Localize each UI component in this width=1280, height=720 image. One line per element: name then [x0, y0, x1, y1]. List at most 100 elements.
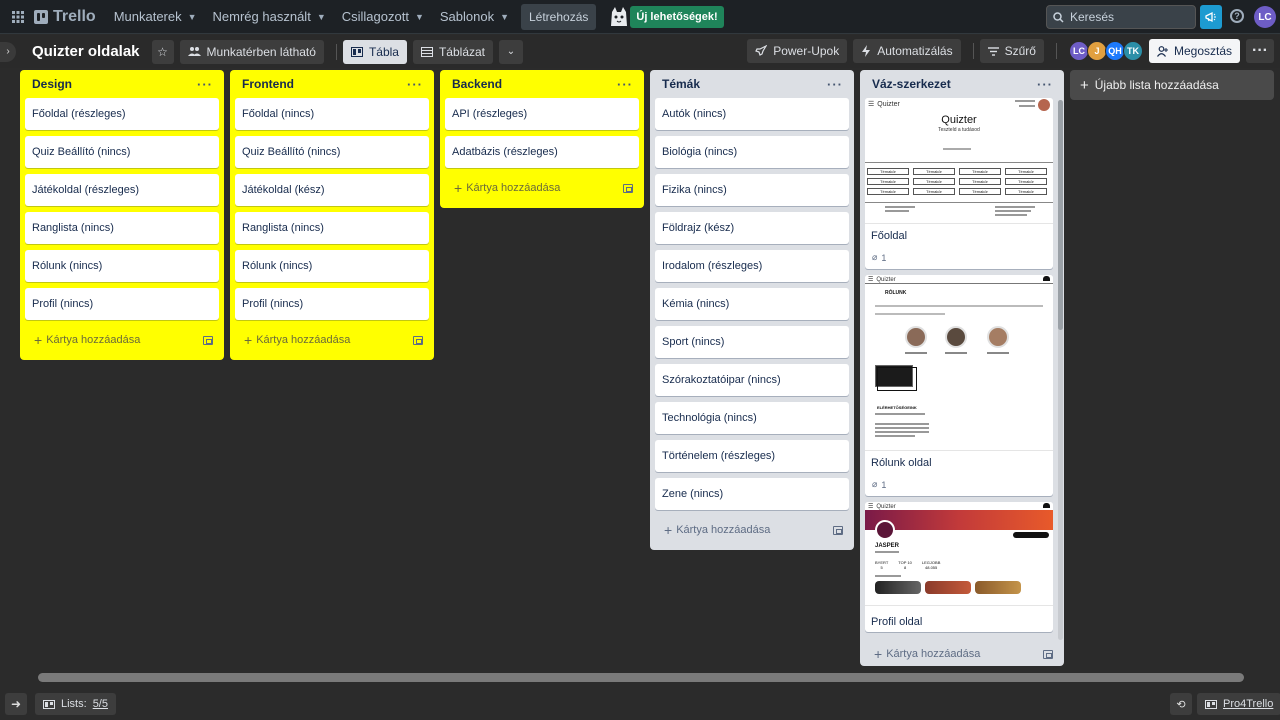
powerups-button[interactable]: Power-Upok: [747, 39, 848, 63]
template-icon[interactable]: [623, 183, 633, 193]
card[interactable]: Biológia (nincs): [655, 136, 849, 168]
list-header[interactable]: Frontend ···: [235, 70, 429, 98]
card-with-image[interactable]: ☰ Quizter RÓLUNK ELÉRHETŐSÉGEINK Rólunk …: [865, 275, 1053, 496]
card[interactable]: Irodalom (részleges): [655, 250, 849, 282]
list-topics: Témák ··· Autók (nincs) Biológia (nincs)…: [650, 70, 854, 550]
member-avatar[interactable]: LC: [1068, 41, 1089, 61]
list-cards-scroll[interactable]: ☰ Quizter Quizter Teszteld a tudásod Téma…: [865, 98, 1053, 638]
card-with-image[interactable]: ☰ Quizter JASPER BYERT 5 TOP 10 8 LEGJOBB 48…: [865, 502, 1053, 632]
template-icon[interactable]: [833, 525, 843, 535]
add-card-button[interactable]: + Kártya hozzáadása: [454, 180, 560, 196]
board-horizontal-scrollbar[interactable]: [38, 673, 1244, 682]
card[interactable]: Autók (nincs): [655, 98, 849, 130]
card[interactable]: Főoldal (nincs): [235, 98, 429, 130]
create-button[interactable]: Létrehozás: [521, 3, 597, 30]
template-icon[interactable]: [1043, 649, 1053, 659]
card[interactable]: Ranglista (nincs): [235, 212, 429, 244]
sidebar-expand-button[interactable]: ›: [0, 41, 16, 62]
menu-templates[interactable]: Sablonok ▼: [432, 2, 517, 32]
trello-logo[interactable]: Trello: [34, 8, 96, 26]
refresh-icon[interactable]: ⟲: [1170, 693, 1192, 715]
list-header[interactable]: Témák ···: [655, 70, 849, 98]
star-button[interactable]: ☆: [151, 39, 174, 64]
menu-starred[interactable]: Csillagozott ▼: [334, 2, 432, 32]
filter-button[interactable]: Szűrő: [979, 39, 1044, 63]
add-card-button[interactable]: + Kártya hozzáadása: [34, 332, 140, 348]
card[interactable]: Kémia (nincs): [655, 288, 849, 320]
board-title[interactable]: Quizter oldalak: [32, 43, 140, 60]
wireframe-main-thumbnail: ☰ Quizter Quizter Teszteld a tudásod Téma…: [865, 98, 1053, 224]
search-input[interactable]: Keresés: [1046, 5, 1196, 29]
member-avatar[interactable]: TK: [1122, 41, 1143, 61]
card-with-image[interactable]: ☰ Quizter Quizter Teszteld a tudásod Téma…: [865, 98, 1053, 269]
list-title[interactable]: Témák: [662, 77, 700, 91]
card[interactable]: Fizika (nincs): [655, 174, 849, 206]
add-list-button[interactable]: + Újabb lista hozzáadása: [1070, 70, 1274, 100]
share-button[interactable]: Megosztás: [1148, 39, 1240, 63]
list-title[interactable]: Váz-szerkezet: [872, 77, 951, 91]
user-avatar[interactable]: LC: [1254, 6, 1276, 28]
card[interactable]: Sport (nincs): [655, 326, 849, 358]
card[interactable]: Zene (nincs): [655, 478, 849, 510]
list-scrollbar-thumb[interactable]: [1058, 100, 1063, 330]
list-header[interactable]: Backend ···: [445, 70, 639, 98]
more-icon[interactable]: ···: [197, 77, 213, 92]
view-board-tab[interactable]: Tábla: [342, 39, 407, 64]
more-icon[interactable]: ···: [407, 77, 423, 92]
card[interactable]: Profil (nincs): [25, 288, 219, 320]
stat-value: 5: [880, 565, 883, 570]
lists-counter-button[interactable]: Lists: 5/5: [35, 693, 116, 715]
list-title[interactable]: Backend: [452, 77, 502, 91]
pro4trello-button[interactable]: Pro4Trello: [1197, 693, 1280, 715]
template-icon[interactable]: [203, 335, 213, 345]
automation-button[interactable]: Automatizálás: [853, 39, 961, 63]
member-avatar[interactable]: J: [1086, 41, 1107, 61]
card[interactable]: Quiz Beállító (nincs): [25, 136, 219, 168]
card[interactable]: API (részleges): [445, 98, 639, 130]
menu-workspaces[interactable]: Munkaterek ▼: [106, 2, 205, 32]
taco-mascot-icon[interactable]: [606, 4, 632, 30]
list-header[interactable]: Design ···: [25, 70, 219, 98]
visibility-button[interactable]: Munkatérben látható: [179, 39, 324, 64]
more-icon[interactable]: ···: [1037, 77, 1053, 92]
add-card-button[interactable]: + Kártya hozzáadása: [244, 332, 350, 348]
more-icon[interactable]: ···: [617, 77, 633, 92]
card[interactable]: Főoldal (részleges): [25, 98, 219, 130]
arrow-right-icon[interactable]: ➜: [5, 693, 27, 715]
more-icon[interactable]: ···: [827, 77, 843, 92]
board-menu-button[interactable]: ···: [1246, 39, 1274, 63]
card[interactable]: Adatbázis (részleges): [445, 136, 639, 168]
list-title[interactable]: Design: [32, 77, 72, 91]
wireframe-topic-box: Témakör: [959, 178, 1001, 185]
view-table-label: Táblázat: [438, 44, 485, 59]
view-table-tab[interactable]: Táblázat: [412, 39, 493, 64]
member-avatar[interactable]: QH: [1104, 41, 1125, 61]
notifications-button[interactable]: [1200, 5, 1222, 29]
card[interactable]: Játékoldal (részleges): [25, 174, 219, 206]
card[interactable]: Történelem (részleges): [655, 440, 849, 472]
list-header[interactable]: Váz-szerkezet ···: [865, 70, 1059, 98]
card[interactable]: Rólunk (nincs): [235, 250, 429, 282]
new-features-badge[interactable]: Új lehetőségek!: [630, 5, 724, 28]
wireframe-brand: Quizter: [877, 100, 900, 108]
filter-label: Szűrő: [1004, 44, 1036, 58]
card[interactable]: Játékoldal (kész): [235, 174, 429, 206]
list-title[interactable]: Frontend: [242, 77, 294, 91]
template-icon[interactable]: [413, 335, 423, 345]
add-card-button[interactable]: + Kártya hozzáadása: [874, 646, 980, 662]
views-dropdown-button[interactable]: ⌄: [499, 39, 523, 64]
divider: [972, 43, 974, 59]
card[interactable]: Ranglista (nincs): [25, 212, 219, 244]
card[interactable]: Technológia (nincs): [655, 402, 849, 434]
lightning-icon: [862, 45, 871, 57]
card[interactable]: Rólunk (nincs): [25, 250, 219, 282]
wireframe-topic-box: Témakör: [1005, 168, 1047, 175]
card[interactable]: Szórakoztatóipar (nincs): [655, 364, 849, 396]
card[interactable]: Földrajz (kész): [655, 212, 849, 244]
help-icon[interactable]: ?: [1230, 9, 1244, 23]
add-card-button[interactable]: + Kártya hozzáadása: [664, 522, 770, 538]
apps-grid-icon[interactable]: [4, 3, 32, 31]
card[interactable]: Profil (nincs): [235, 288, 429, 320]
menu-recent[interactable]: Nemrég használt ▼: [205, 2, 334, 32]
card[interactable]: Quiz Beállító (nincs): [235, 136, 429, 168]
